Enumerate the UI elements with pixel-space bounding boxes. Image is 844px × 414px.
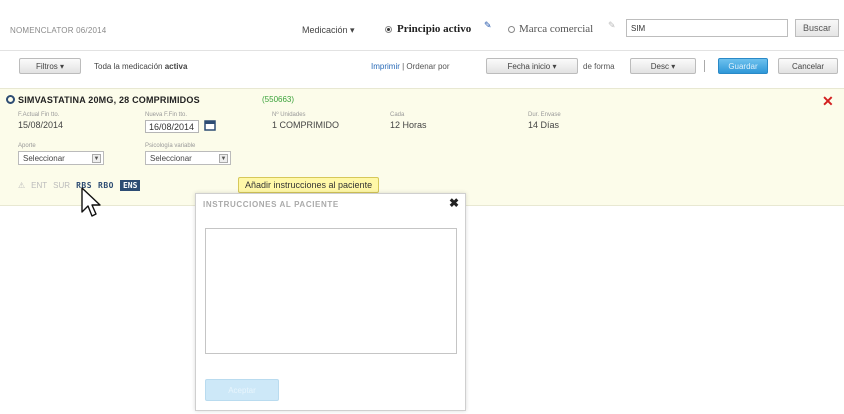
- psicologia-select-value: Seleccionar: [150, 153, 192, 163]
- action-ens[interactable]: ENS: [119, 179, 141, 191]
- f-actual-value: 15/08/2014: [18, 120, 64, 130]
- pencil-icon: ✎: [484, 20, 492, 30]
- toolbar-divider: [704, 60, 705, 72]
- save-button[interactable]: Guardar: [718, 58, 768, 74]
- chevron-down-icon: ▼: [219, 154, 228, 163]
- drug-icon: [6, 95, 15, 104]
- filter-summary: Toda la medicación activa: [94, 62, 187, 71]
- cada-label: Cada: [390, 112, 405, 118]
- chevron-down-icon: ▼: [92, 154, 101, 163]
- close-icon[interactable]: ✕: [822, 93, 834, 110]
- close-icon[interactable]: ✖: [449, 196, 459, 210]
- radio-principio-activo[interactable]: [385, 26, 392, 33]
- psicologia-select[interactable]: Seleccionar ▼: [145, 151, 231, 165]
- radio-marca-comercial[interactable]: [508, 26, 515, 33]
- sort-order-select[interactable]: Desc ▾: [630, 58, 696, 74]
- modal-title: INSTRUCCIONES AL PACIENTE: [203, 200, 339, 209]
- psicologia-label: Psicología variable: [145, 143, 196, 149]
- imprimir-link[interactable]: Imprimir: [371, 62, 400, 71]
- search-input[interactable]: [626, 19, 788, 37]
- f-actual-label: F.Actual Fin tto.: [18, 112, 60, 118]
- filter-summary-prefix: Toda la medicación: [94, 62, 163, 71]
- pencil-icon: ✎: [608, 20, 616, 30]
- instructions-textarea[interactable]: [205, 228, 457, 354]
- medication-code: (550663): [262, 95, 295, 104]
- nueva-fecha-label: Nueva F.Fin tto.: [145, 112, 188, 118]
- warning-icon[interactable]: ⚠: [18, 181, 25, 190]
- cancel-button[interactable]: Cancelar: [778, 58, 838, 74]
- aporte-select[interactable]: Seleccionar ▼: [18, 151, 104, 165]
- aporte-label: Aporte: [18, 143, 36, 149]
- medicacion-menu[interactable]: Medicación ▾: [302, 25, 355, 36]
- cada-value: 12 Horas: [390, 120, 427, 130]
- cursor-icon: [81, 187, 101, 217]
- radio-principio-activo-label[interactable]: Principio activo: [397, 23, 471, 35]
- action-sur[interactable]: SUR: [53, 181, 70, 190]
- search-button[interactable]: Buscar: [795, 19, 839, 37]
- accept-button[interactable]: Aceptar: [205, 379, 279, 401]
- imprimir-ordenar: Imprimir | Ordenar por: [371, 62, 450, 71]
- unidades-value: 1 COMPRIMIDO: [272, 120, 340, 130]
- filtros-button[interactable]: Filtros ▾: [19, 58, 81, 74]
- action-ent[interactable]: ENT: [31, 181, 47, 190]
- tooltip: Añadir instrucciones al paciente: [238, 177, 380, 193]
- duracion-value: 14 Días: [528, 120, 560, 130]
- calendar-icon[interactable]: [204, 119, 216, 131]
- nueva-fecha-input[interactable]: 16/08/2014: [145, 120, 199, 133]
- nomenclator-label: NOMENCLATOR 06/2014: [10, 26, 107, 35]
- aporte-select-value: Seleccionar: [23, 153, 65, 163]
- radio-marca-comercial-label[interactable]: Marca comercial: [519, 23, 593, 35]
- de-forma-label: de forma: [583, 62, 615, 71]
- sort-field-select[interactable]: Fecha inicio ▾: [486, 58, 578, 74]
- medication-name: SIMVASTATINA 20MG, 28 COMPRIMIDOS: [18, 95, 200, 105]
- ordenar-por-label: | Ordenar por: [399, 62, 450, 71]
- duracion-label: Dur. Envase: [528, 112, 561, 118]
- unidades-label: Nº Unidades: [272, 112, 306, 118]
- filter-summary-bold: activa: [164, 62, 188, 71]
